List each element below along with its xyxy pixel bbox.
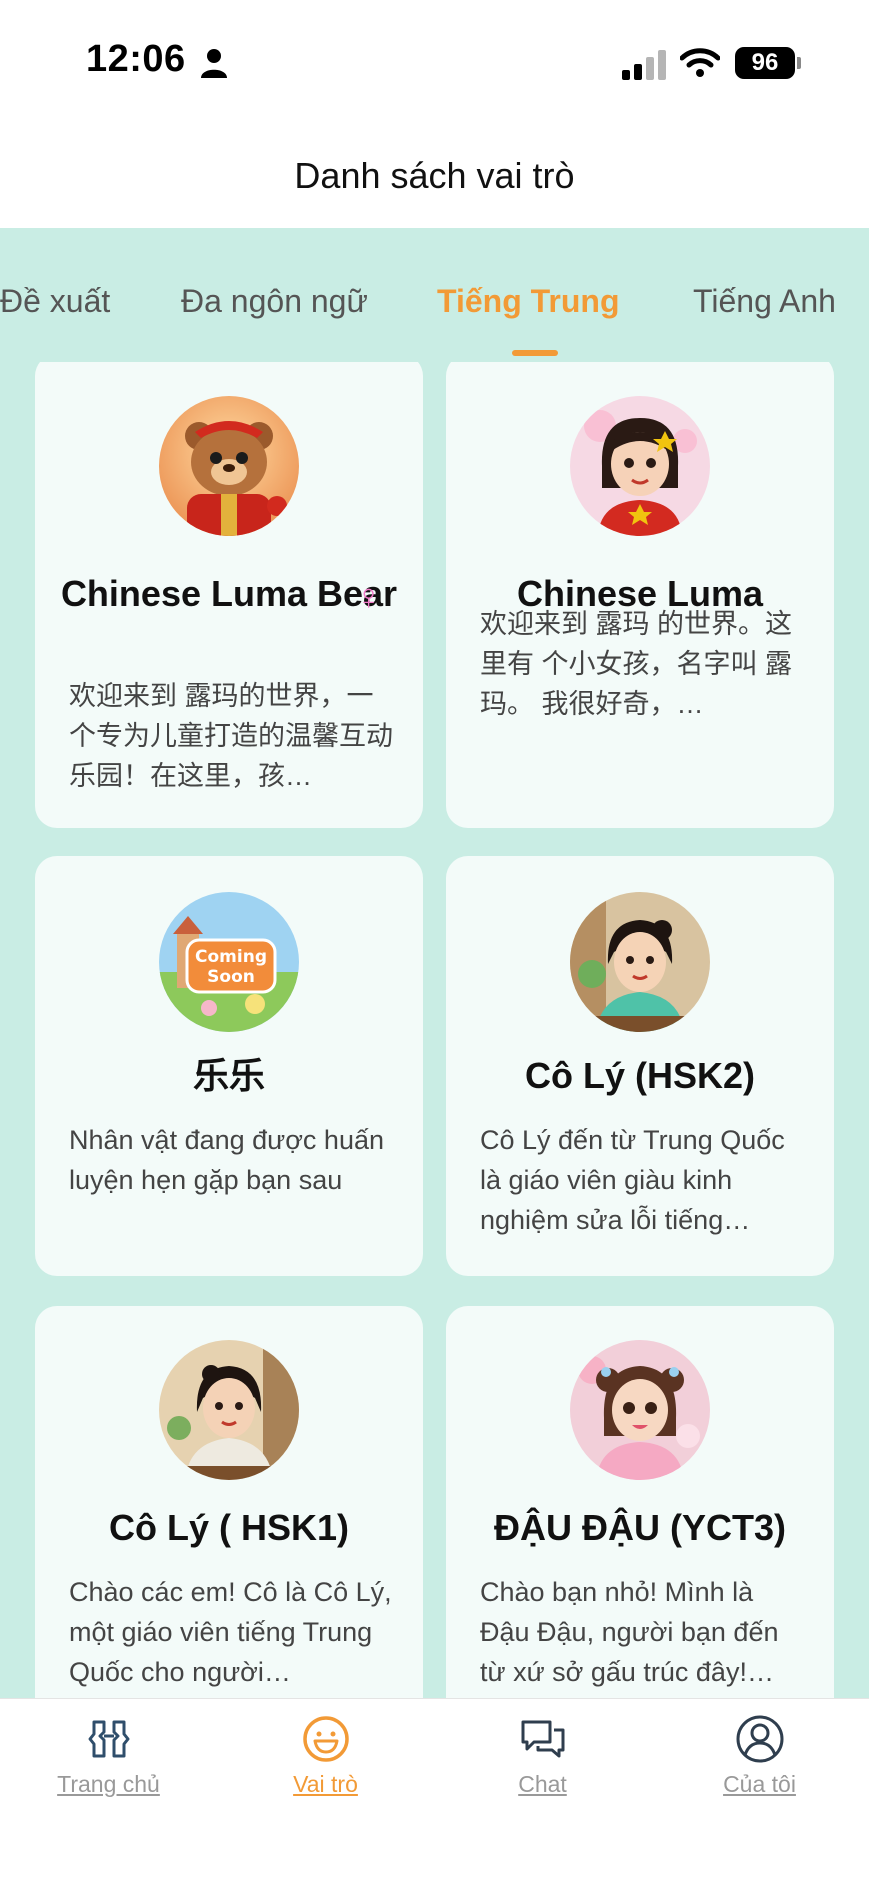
role-name: Cô Lý (HSK2)	[524, 1055, 755, 1096]
wifi-icon	[680, 48, 720, 77]
person-icon	[201, 49, 227, 78]
role-card-co-ly-hsk2[interactable]: Cô Lý (HSK2) Cô Lý đến từ Trung Quốc là …	[446, 856, 834, 1276]
role-description: Nhân vật đang được huấn luyện hẹn gặp bạ…	[69, 1125, 384, 1195]
role-description: 欢迎来到 露玛 的世界。这里有 个小女孩，名字叫 露玛。 我很好奇，…	[480, 609, 793, 719]
page-title: Danh sách vai trò	[294, 155, 575, 196]
tab-de-xuat[interactable]: Đề xuất	[0, 283, 110, 320]
coming-soon-text-line2: Soon	[207, 967, 255, 987]
nav-label: Chat	[518, 1771, 567, 1797]
teacher-white-avatar	[159, 1340, 299, 1480]
girl-pink-avatar	[570, 1340, 710, 1480]
role-description: Chào bạn nhỏ! Mình là Đậu Đậu, người bạn…	[480, 1577, 779, 1687]
nav-label: Của tôi	[723, 1771, 796, 1797]
tab-tieng-trung[interactable]: Tiếng Trung	[437, 283, 620, 320]
teacher-teal-avatar	[570, 892, 710, 1032]
role-card-co-ly-hsk1[interactable]: Cô Lý ( HSK1) Chào các em! Cô là Cô Lý, …	[35, 1306, 423, 1698]
battery-tip	[797, 57, 801, 69]
home-grid-icon	[88, 1720, 130, 1758]
role-name: ĐẬU ĐẬU (YCT3)	[494, 1507, 786, 1548]
user-circle-icon	[736, 1715, 784, 1763]
role-card-le-le[interactable]: Coming Soon 乐乐 Nhân vật đang được huấn l…	[35, 856, 423, 1276]
role-card-chinese-luma[interactable]: Chinese Luma 欢迎来到 露玛 的世界。这里有 个小女孩，名字叫 露玛…	[446, 362, 834, 828]
role-name: Chinese Luma Bear	[60, 573, 398, 614]
bear-avatar	[159, 396, 299, 536]
status-bar: 12:06 96	[0, 0, 869, 110]
role-card-dau-dau-yct3[interactable]: ĐẬU ĐẬU (YCT3) Chào bạn nhỏ! Mình là Đậu…	[446, 1306, 834, 1698]
female-gender-icon: ♀	[355, 576, 382, 617]
nav-chat[interactable]: Chat	[434, 1699, 651, 1839]
role-description: 欢迎来到 露玛的世界，一个专为儿童打造的温馨互动乐园！在这里，孩…	[69, 681, 393, 791]
nav-label: Trang chủ	[57, 1771, 160, 1797]
role-description: Chào các em! Cô là Cô Lý, một giáo viên …	[69, 1577, 392, 1687]
tab-da-ngon-ngu[interactable]: Đa ngôn ngữ	[181, 283, 368, 320]
smiley-icon	[303, 1716, 349, 1762]
role-list[interactable]: Chinese Luma Bear ♀ 欢迎来到 露玛的世界，一个专为儿童打造的…	[0, 362, 869, 1698]
nav-home[interactable]: Trang chủ	[0, 1699, 217, 1839]
tab-bar: Đề xuất Đa ngôn ngữ Tiếng Trung Tiếng An…	[0, 228, 869, 362]
role-name: 乐乐	[192, 1055, 265, 1096]
nav-roles[interactable]: Vai trò	[217, 1699, 434, 1839]
coming-soon-text-line1: Coming	[195, 947, 267, 967]
bottom-navigation: Trang chủ Vai trò Chat Của tôi	[0, 1698, 869, 1885]
coming-soon-avatar: Coming Soon	[159, 892, 299, 1032]
cellular-signal-icon	[622, 50, 666, 80]
nav-label: Vai trò	[293, 1771, 358, 1797]
battery-indicator: 96	[735, 47, 795, 79]
role-description: Cô Lý đến từ Trung Quốc là giáo viên già…	[480, 1125, 785, 1235]
chat-bubbles-icon	[521, 1720, 565, 1758]
active-tab-indicator	[512, 350, 558, 356]
role-card-chinese-luma-bear[interactable]: Chinese Luma Bear ♀ 欢迎来到 露玛的世界，一个专为儿童打造的…	[35, 362, 423, 828]
girl-avatar	[570, 396, 710, 536]
tab-tieng-anh[interactable]: Tiếng Anh	[693, 283, 836, 320]
status-time: 12:06	[86, 38, 186, 80]
role-name: Cô Lý ( HSK1)	[108, 1507, 349, 1548]
nav-profile[interactable]: Của tôi	[651, 1699, 868, 1839]
